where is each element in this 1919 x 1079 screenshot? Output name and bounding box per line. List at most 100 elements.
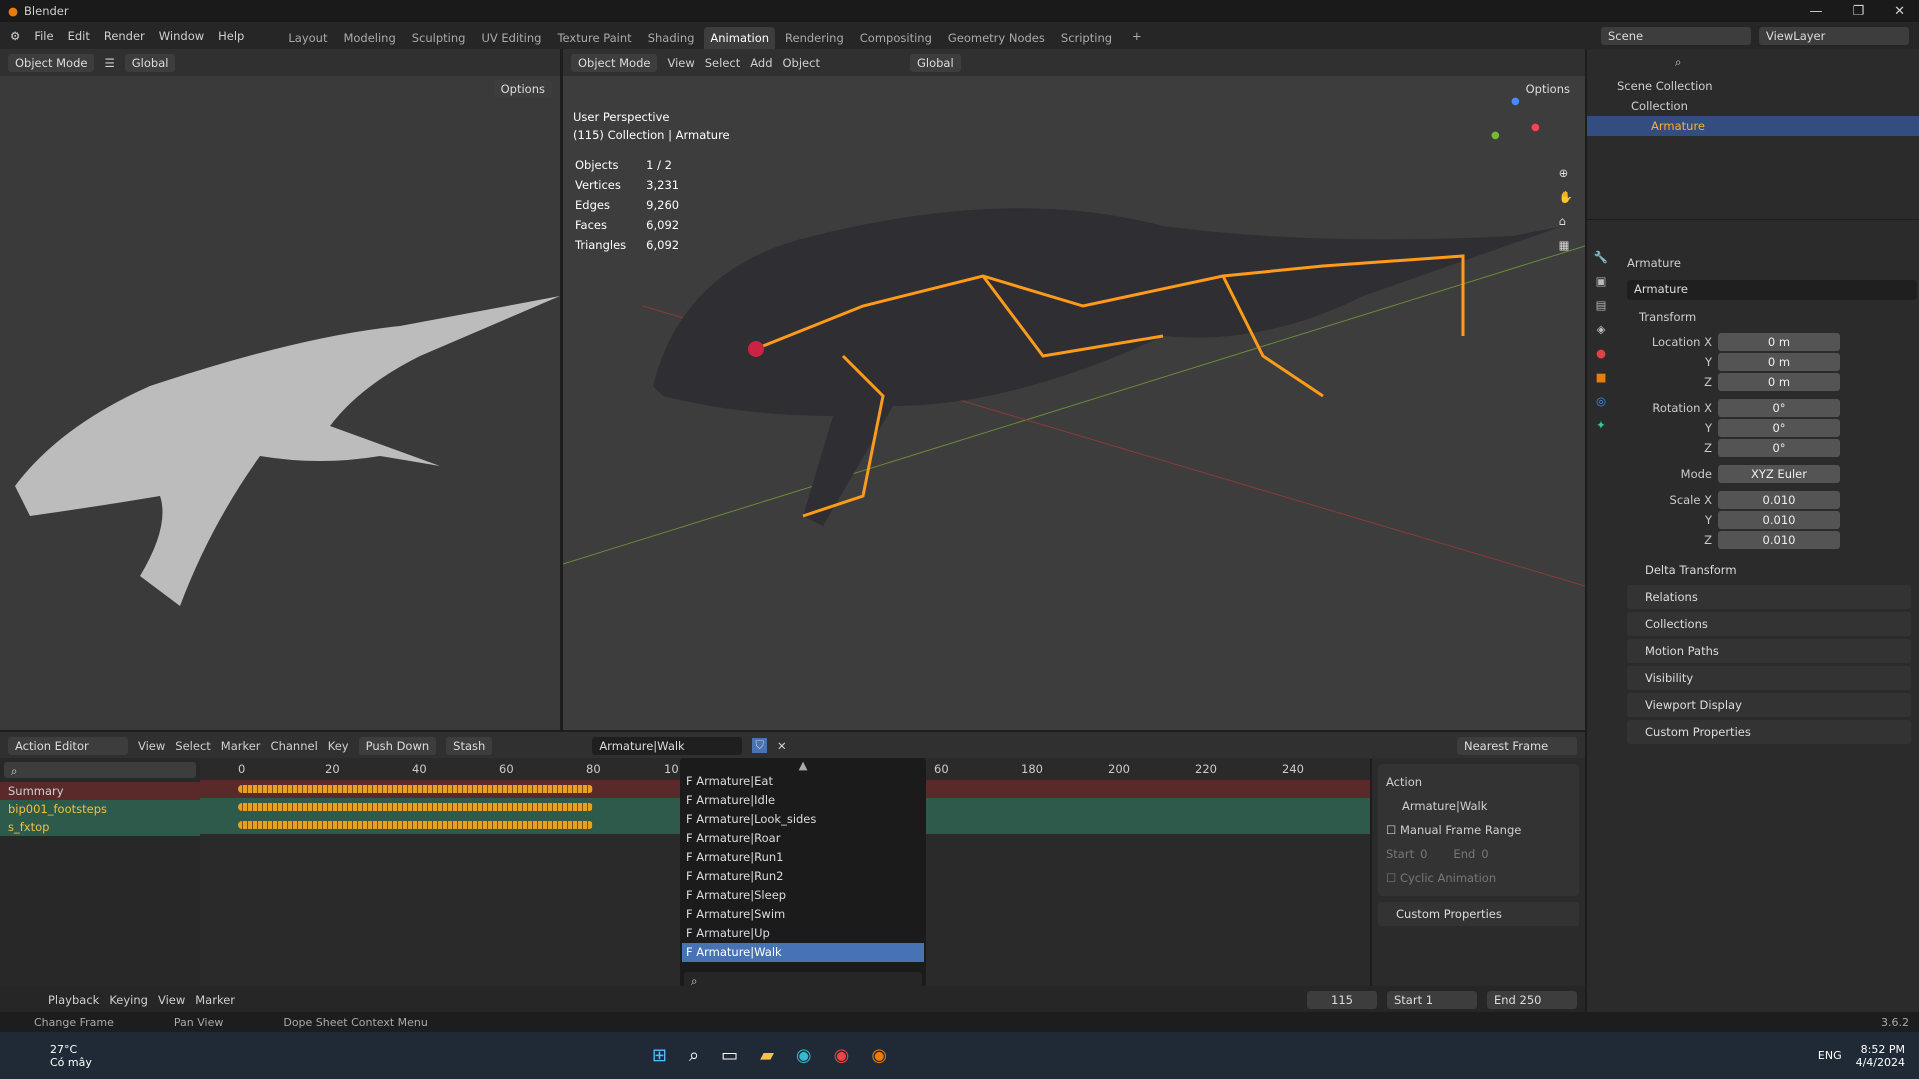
action-option[interactable]: F Armature|Run2 — [682, 867, 924, 886]
data-tab-icon[interactable]: ✦ — [1596, 418, 1606, 432]
start-frame-field[interactable]: Start 1 — [1387, 990, 1477, 1009]
world-tab-icon[interactable]: ● — [1596, 346, 1606, 360]
menu-add[interactable]: Add — [750, 56, 772, 70]
chrome-icon[interactable]: ◉ — [834, 1045, 850, 1066]
panel-viewport-display[interactable]: Viewport Display — [1627, 693, 1911, 717]
menu-object[interactable]: Object — [783, 56, 820, 70]
menu-keying[interactable]: Keying — [109, 993, 148, 1007]
scroll-up-icon[interactable]: ▲ — [680, 758, 926, 772]
action-panel-header[interactable]: Action — [1386, 770, 1571, 794]
workspace-tab[interactable]: Layout — [282, 27, 333, 49]
add-workspace-button[interactable]: + — [1132, 29, 1142, 43]
action-option[interactable]: F Armature|Sleep — [682, 886, 924, 905]
panel-delta-transform[interactable]: Delta Transform — [1627, 558, 1911, 582]
close-button[interactable]: ✕ — [1894, 4, 1905, 19]
rotation-mode-field[interactable]: XYZ Euler — [1718, 465, 1840, 483]
minimize-button[interactable]: — — [1809, 4, 1822, 19]
workspace-tab[interactable]: Rendering — [779, 27, 850, 49]
menu-view[interactable]: View — [667, 56, 694, 70]
view-layer-selector[interactable]: ViewLayer — [1759, 26, 1909, 45]
end-field[interactable]: 0 — [1481, 842, 1488, 866]
main-viewport[interactable]: Options User Perspective (115) Collectio… — [563, 76, 1585, 730]
menu-help[interactable]: Help — [218, 29, 244, 43]
left-mode-dropdown[interactable]: Object Mode — [8, 53, 95, 72]
navigation-gizmo[interactable]: ● ● ● — [1485, 96, 1545, 156]
rotation-x-field[interactable]: 0° — [1718, 399, 1840, 417]
editor-mode-dropdown[interactable]: Action Editor — [8, 736, 128, 755]
pan-hand-icon[interactable]: ✋ — [1559, 190, 1573, 204]
panel-motion-paths[interactable]: Motion Paths — [1627, 639, 1911, 663]
push-down-button[interactable]: Push Down — [358, 736, 437, 755]
snap-dropdown[interactable]: Nearest Frame — [1457, 736, 1577, 755]
tl-menu-view[interactable]: View — [158, 993, 185, 1007]
start-field[interactable]: 0 — [1420, 842, 1427, 866]
workspace-tab[interactable]: Scripting — [1055, 27, 1118, 49]
manual-frame-range-checkbox[interactable]: ☐ Manual Frame Range — [1386, 818, 1571, 842]
location-z-field[interactable]: 0 m — [1718, 373, 1840, 391]
action-option[interactable]: F Armature|Walk — [682, 943, 924, 962]
tl-menu-marker[interactable]: Marker — [195, 993, 235, 1007]
action-option[interactable]: F Armature|Roar — [682, 829, 924, 848]
workspace-tab[interactable]: Shading — [642, 27, 701, 49]
workspace-tab[interactable]: Texture Paint — [551, 27, 637, 49]
menu-edit[interactable]: Edit — [68, 29, 90, 43]
blender-taskbar-icon[interactable]: ◉ — [871, 1045, 887, 1066]
ds-menu-view[interactable]: View — [138, 739, 165, 753]
maximize-button[interactable]: ❐ — [1852, 4, 1864, 19]
scale-z-field[interactable]: 0.010 — [1718, 531, 1840, 549]
action-option[interactable]: F Armature|Run1 — [682, 848, 924, 867]
file-explorer-icon[interactable]: ▰ — [760, 1045, 774, 1066]
clock[interactable]: 8:52 PM 4/4/2024 — [1856, 1043, 1905, 1069]
gizmo-x-axis[interactable]: ● — [1531, 122, 1540, 133]
channel-group[interactable]: bip001_footsteps — [0, 800, 200, 818]
outliner-armature[interactable]: Armature — [1587, 116, 1919, 136]
action-option[interactable]: F Armature|Swim — [682, 905, 924, 924]
search-taskbar-icon[interactable]: ⌕ — [689, 1045, 699, 1066]
ds-menu-channel[interactable]: Channel — [271, 739, 318, 753]
left-orientation-dropdown[interactable]: Global — [124, 53, 176, 72]
outliner-collection[interactable]: Collection — [1617, 96, 1919, 116]
side-custom-properties[interactable]: Custom Properties — [1378, 902, 1579, 926]
panel-relations[interactable]: Relations — [1627, 585, 1911, 609]
blender-menu-icon[interactable]: ⚙ — [10, 29, 20, 43]
panel-collections[interactable]: Collections — [1627, 612, 1911, 636]
location-x-field[interactable]: 0 m — [1718, 333, 1840, 351]
workspace-tab[interactable]: Geometry Nodes — [942, 27, 1051, 49]
stash-button[interactable]: Stash — [446, 736, 493, 755]
left-options-button[interactable]: Options — [493, 80, 552, 98]
grid-view-icon[interactable]: ▦ — [1559, 238, 1573, 252]
transform-panel-header[interactable]: Transform — [1627, 310, 1917, 332]
current-frame-field[interactable]: 115 — [1307, 990, 1377, 1009]
action-selector[interactable]: Armature|Walk — [592, 736, 743, 755]
scale-x-field[interactable]: 0.010 — [1718, 491, 1840, 509]
workspace-tab[interactable]: Sculpting — [406, 27, 472, 49]
render-tab-icon[interactable]: ▣ — [1596, 274, 1607, 288]
gizmo-y-axis[interactable]: ● — [1491, 130, 1500, 141]
workspace-tab[interactable]: Compositing — [854, 27, 938, 49]
hamburger-icon[interactable]: ☰ — [104, 56, 114, 70]
action-option[interactable]: F Armature|Idle — [682, 791, 924, 810]
scene-selector[interactable]: Scene — [1601, 26, 1751, 45]
workspace-tab[interactable]: Animation — [704, 27, 776, 49]
scale-y-field[interactable]: 0.010 — [1718, 511, 1840, 529]
action-option[interactable]: F Armature|Look_sides — [682, 810, 924, 829]
gizmo-z-axis[interactable]: ● — [1511, 96, 1520, 107]
channel-summary[interactable]: Summary — [0, 782, 200, 800]
camera-icon[interactable]: ⌂ — [1559, 214, 1573, 228]
location-y-field[interactable]: 0 m — [1718, 353, 1840, 371]
start-icon[interactable]: ⊞ — [652, 1045, 667, 1066]
language-indicator[interactable]: ENG — [1818, 1049, 1842, 1062]
menu-render[interactable]: Render — [104, 29, 145, 43]
weather-widget[interactable]: 27°C Có mây — [14, 1043, 92, 1069]
action-option[interactable]: F Armature|Up — [682, 924, 924, 943]
physics-tab-icon[interactable]: ◎ — [1596, 394, 1606, 408]
menu-window[interactable]: Window — [159, 29, 204, 43]
menu-select[interactable]: Select — [705, 56, 740, 70]
ds-menu-select[interactable]: Select — [175, 739, 210, 753]
ds-menu-key[interactable]: Key — [328, 739, 349, 753]
main-orientation-dropdown[interactable]: Global — [909, 53, 961, 72]
scene-tab-icon[interactable]: ◈ — [1597, 322, 1606, 336]
object-name-field[interactable]: Armature — [1627, 280, 1917, 300]
ds-menu-marker[interactable]: Marker — [221, 739, 261, 753]
tool-tab-icon[interactable]: 🔧 — [1594, 250, 1608, 264]
